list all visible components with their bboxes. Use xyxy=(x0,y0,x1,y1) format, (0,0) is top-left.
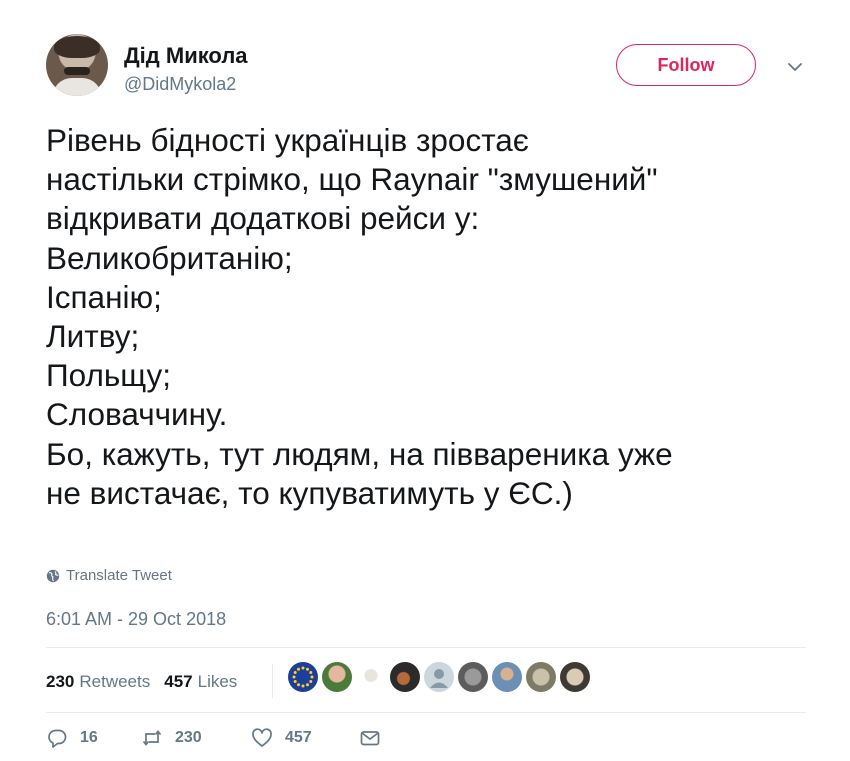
chevron-down-icon[interactable] xyxy=(784,56,806,78)
likes-stat[interactable]: 457 Likes xyxy=(164,672,237,692)
liker-avatar[interactable] xyxy=(526,662,556,692)
retweets-count: 230 xyxy=(46,672,75,691)
translate-label: Translate Tweet xyxy=(66,567,172,584)
message-icon xyxy=(360,731,380,746)
translate-tweet-link[interactable]: Translate Tweet xyxy=(46,567,172,584)
tweet-line: Іспанію; xyxy=(46,278,162,315)
retweets-label: Retweets xyxy=(79,672,151,691)
tweet-line: Литву; xyxy=(46,318,140,355)
avatar-shirt xyxy=(52,78,102,96)
reply-button[interactable]: 16 xyxy=(46,727,141,749)
likes-count: 457 xyxy=(164,672,193,691)
avatar-hair xyxy=(54,36,100,58)
like-count: 457 xyxy=(285,729,312,746)
tweet-line: Великобританію; xyxy=(46,239,293,276)
tweet-line: Рівень бідності українців зростає xyxy=(46,122,529,158)
liker-avatars xyxy=(288,662,590,692)
retweet-button[interactable]: 230 xyxy=(141,727,251,749)
tweet-line: відкривати додаткові рейси у: xyxy=(46,200,480,237)
tweet-stats: 230 Retweets 457 Likes xyxy=(46,668,251,696)
liker-avatar[interactable] xyxy=(390,662,420,692)
liker-avatar[interactable] xyxy=(492,662,522,692)
liker-avatar[interactable] xyxy=(356,662,386,692)
heart-icon xyxy=(252,728,272,747)
divider xyxy=(46,647,806,648)
direct-message-button[interactable] xyxy=(359,727,381,749)
tweet-line: Бо, кажуть, тут людям, на піввареника уж… xyxy=(46,435,673,472)
retweets-stat[interactable]: 230 Retweets xyxy=(46,672,150,692)
retweet-count: 230 xyxy=(175,729,202,746)
reply-icon xyxy=(48,729,67,748)
stats-separator xyxy=(272,664,273,698)
liker-avatar[interactable] xyxy=(322,662,352,692)
liker-avatar[interactable] xyxy=(560,662,590,692)
default-avatar-icon xyxy=(430,669,448,688)
liker-avatar[interactable] xyxy=(458,662,488,692)
user-handle[interactable]: @DidMykola2 xyxy=(124,74,236,95)
tweet-line: Польщу; xyxy=(46,357,172,394)
user-display-name[interactable]: Дід Микола xyxy=(124,43,248,69)
divider xyxy=(46,712,806,713)
tweet-text: Рівень бідності українців зростає настіл… xyxy=(46,121,816,513)
like-button[interactable]: 457 xyxy=(251,727,359,749)
follow-button[interactable]: Follow xyxy=(616,44,756,86)
avatar-moustache xyxy=(64,67,90,75)
tweet-line: не вистачає, то купуватимуть у ЄС.) xyxy=(46,474,573,511)
tweet-actions: 16 230 457 xyxy=(46,727,381,749)
liker-avatar[interactable] xyxy=(288,662,318,692)
eu-flag-icon xyxy=(292,666,314,688)
tweet-line: Словаччину. xyxy=(46,396,228,433)
user-avatar[interactable] xyxy=(46,34,108,96)
tweet-line: настільки стрімко, що Raynair "змушений" xyxy=(46,161,658,198)
tweet-header: Дід Микола @DidMykola2 Follow xyxy=(46,34,816,104)
globe-icon xyxy=(46,569,60,582)
likes-label: Likes xyxy=(197,672,238,691)
reply-count: 16 xyxy=(80,729,98,746)
liker-avatar[interactable] xyxy=(424,662,454,692)
retweet-icon xyxy=(142,730,162,746)
tweet-timestamp[interactable]: 6:01 AM - 29 Oct 2018 xyxy=(46,609,226,630)
